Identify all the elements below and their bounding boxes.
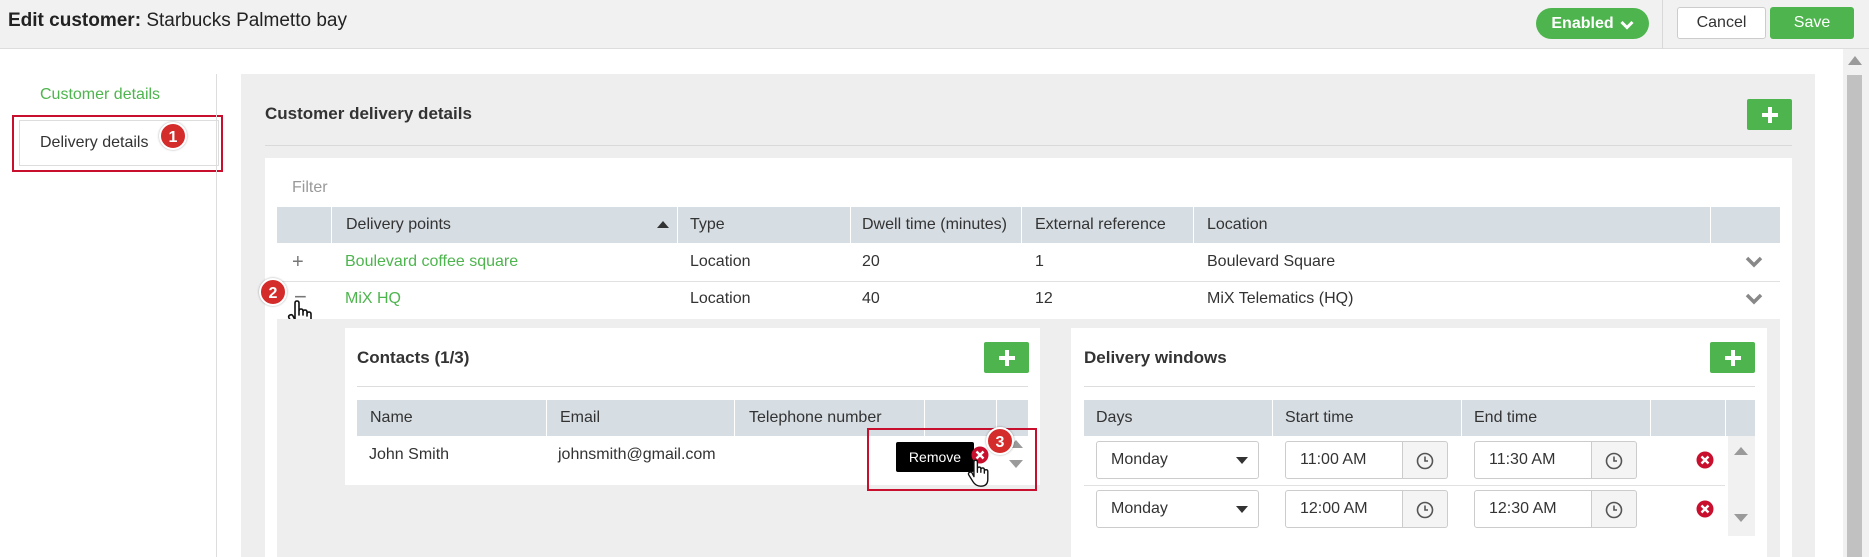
clock-icon	[1416, 501, 1434, 519]
contact-name: John Smith	[369, 446, 450, 463]
column-divider	[1021, 207, 1022, 243]
cell-dwell-time: 40	[862, 290, 880, 307]
column-header-days[interactable]: Days	[1096, 400, 1132, 436]
clock-icon	[1416, 452, 1434, 470]
cell-external-reference: 1	[1035, 253, 1044, 270]
start-time-picker-button[interactable]	[1403, 441, 1448, 479]
remove-window-icon[interactable]	[1696, 500, 1714, 518]
column-divider	[1461, 400, 1462, 436]
end-time-input[interactable]: 12:30 AM	[1474, 490, 1592, 528]
annotation-badge-3: 3	[986, 427, 1014, 455]
scroll-up-arrow-icon[interactable]	[1848, 56, 1862, 65]
delivery-point-link[interactable]: Boulevard coffee square	[345, 253, 518, 271]
column-header-type[interactable]: Type	[690, 207, 725, 243]
clock-icon	[1605, 452, 1623, 470]
cell-location: MiX Telematics (HQ)	[1207, 290, 1354, 307]
column-divider	[850, 207, 851, 243]
save-button[interactable]: Save	[1770, 7, 1854, 39]
column-header-dwell-time[interactable]: Dwell time (minutes)	[862, 207, 1007, 243]
sort-ascending-icon[interactable]	[657, 220, 669, 228]
delivery-windows-divider	[1084, 386, 1755, 387]
column-header-start-time[interactable]: Start time	[1285, 400, 1353, 436]
contacts-title: Contacts (1/3)	[357, 348, 470, 367]
column-divider	[1272, 400, 1273, 436]
cell-external-reference: 12	[1035, 290, 1053, 307]
add-delivery-point-button[interactable]	[1747, 99, 1792, 130]
column-header-location[interactable]: Location	[1207, 207, 1268, 243]
delivery-point-link[interactable]: MiX HQ	[345, 290, 401, 308]
annotation-badge-2: 2	[259, 278, 287, 306]
contacts-divider	[357, 386, 1028, 387]
start-time-picker-button[interactable]	[1403, 490, 1448, 528]
add-delivery-window-button[interactable]	[1710, 342, 1755, 373]
clock-icon	[1605, 501, 1623, 519]
scrollbar-thumb[interactable]	[1847, 75, 1862, 557]
column-divider	[1650, 400, 1651, 436]
cell-type: Location	[690, 290, 751, 307]
contact-email: johnsmith@gmail.com	[558, 446, 716, 463]
row-divider	[277, 281, 1780, 282]
column-divider	[1193, 207, 1194, 243]
sidebar-divider	[216, 74, 217, 557]
column-divider	[1725, 400, 1726, 436]
dropdown-arrow-icon	[1236, 457, 1248, 464]
highlight-box-delivery-details	[12, 115, 223, 172]
column-divider	[331, 207, 332, 243]
row-chevron-down-icon[interactable]	[1745, 293, 1763, 305]
day-select[interactable]: Monday	[1096, 490, 1259, 528]
delivery-windows-table-header	[1084, 400, 1755, 436]
cancel-button[interactable]: Cancel	[1677, 7, 1766, 39]
day-select-value: Monday	[1111, 500, 1168, 517]
delivery-windows-title: Delivery windows	[1084, 348, 1227, 367]
annotation-badge-1: 1	[159, 122, 187, 150]
cell-type: Location	[690, 253, 751, 270]
expand-row-icon[interactable]: +	[292, 251, 304, 274]
column-divider	[1710, 207, 1711, 243]
start-time-input[interactable]: 12:00 AM	[1285, 490, 1403, 528]
column-header-delivery-points[interactable]: Delivery points	[346, 207, 451, 243]
column-header-end-time[interactable]: End time	[1474, 400, 1537, 436]
table-header	[277, 207, 1780, 243]
status-dropdown[interactable]: Enabled	[1536, 8, 1649, 39]
end-time-picker-button[interactable]	[1592, 441, 1637, 479]
sidebar-item-customer-details[interactable]: Customer details	[40, 86, 160, 104]
customer-name: Starbucks Palmetto bay	[146, 10, 347, 31]
dropdown-arrow-icon	[1236, 506, 1248, 513]
add-contact-button[interactable]	[984, 342, 1029, 373]
day-select[interactable]: Monday	[1096, 441, 1259, 479]
column-divider	[546, 400, 547, 436]
row-divider	[1084, 485, 1725, 486]
status-label: Enabled	[1551, 15, 1614, 32]
column-header-name[interactable]: Name	[370, 400, 413, 436]
cell-dwell-time: 20	[862, 253, 880, 270]
start-time-input[interactable]: 11:00 AM	[1285, 441, 1403, 479]
row-chevron-down-icon[interactable]	[1745, 256, 1763, 268]
day-select-value: Monday	[1111, 451, 1168, 468]
scroll-down-arrow-icon[interactable]	[1734, 514, 1748, 522]
page-title-prefix: Edit customer:	[8, 10, 142, 31]
end-time-picker-button[interactable]	[1592, 490, 1637, 528]
header-divider	[1662, 0, 1663, 49]
column-divider	[734, 400, 735, 436]
section-title: Customer delivery details	[265, 104, 472, 123]
column-header-telephone[interactable]: Telephone number	[749, 400, 882, 436]
cell-location: Boulevard Square	[1207, 253, 1336, 270]
column-header-external-reference[interactable]: External reference	[1035, 207, 1166, 243]
column-divider	[677, 207, 678, 243]
filter-input[interactable]: Filter	[292, 179, 328, 197]
chevron-down-icon	[1620, 20, 1634, 30]
scroll-up-arrow-icon[interactable]	[1734, 447, 1748, 455]
end-time-input[interactable]: 11:30 AM	[1474, 441, 1592, 479]
page-title: Edit customer: Starbucks Palmetto bay	[8, 10, 347, 32]
remove-window-icon[interactable]	[1696, 451, 1714, 469]
column-header-email[interactable]: Email	[560, 400, 600, 436]
section-divider	[265, 145, 1792, 146]
